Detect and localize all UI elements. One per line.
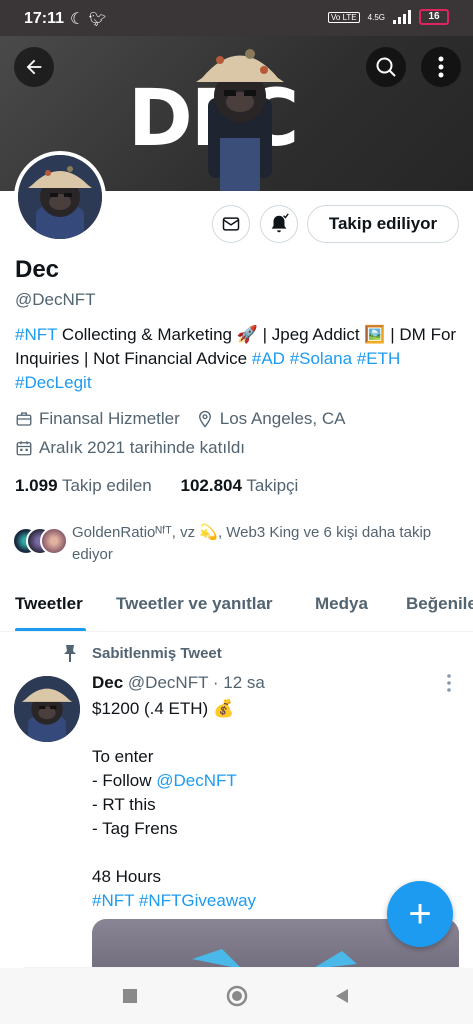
profile-bio: #NFT Collecting & Marketing 🚀 | Jpeg Add… <box>15 323 465 395</box>
follow-counts: 1.099 Takip edilen 102.804 Takipçi <box>15 476 298 496</box>
back-triangle-icon[interactable] <box>332 986 352 1006</box>
recents-square-icon[interactable] <box>120 986 140 1006</box>
mention-link[interactable]: @DecNFT <box>156 771 237 790</box>
status-time: 17:11 <box>24 10 65 27</box>
tweet-text: $1200 (.4 ETH) 💰 To enter - Follow @DecNFT… <box>92 697 452 913</box>
status-right: Vo LTE 4.5G 16 <box>328 9 449 25</box>
status-bar: 17:11 ☾ 🐦︎ Vo LTE 4.5G 16 <box>0 0 473 36</box>
profile-joined-date: Aralık 2021 tarihinde katıldı <box>39 438 246 457</box>
system-nav-bar <box>0 968 473 1024</box>
tab-tweets-and-replies[interactable]: Tweetler ve yanıtlar <box>116 594 273 614</box>
profile-avatar[interactable] <box>14 151 106 243</box>
more-vertical-icon <box>438 56 444 78</box>
profile-location: Los Angeles, CA <box>219 409 346 428</box>
notifications-button[interactable] <box>260 205 298 243</box>
ape-avatar-image <box>14 676 80 742</box>
briefcase-icon <box>16 412 32 426</box>
following-count: 1.099 <box>15 476 58 495</box>
known-followers-avatars <box>12 527 70 557</box>
tweet-author-handle[interactable]: @DecNFT <box>128 673 208 692</box>
pinned-label-text: Sabitlenmiş Tweet <box>92 644 222 662</box>
tweet-header: Dec @DecNFT · 12 sa <box>92 673 265 693</box>
tweet-line: - RT this <box>92 795 156 814</box>
compose-tweet-button[interactable]: + <box>387 881 453 947</box>
profile-joined-row: Aralık 2021 tarihinde katıldı <box>15 438 245 458</box>
avatar <box>40 527 68 555</box>
active-tab-indicator <box>15 628 86 631</box>
tweet-time[interactable]: · 12 sa <box>213 673 265 692</box>
tweet-line: - Tag Frens <box>92 819 178 838</box>
pin-icon <box>64 645 76 662</box>
tab-media[interactable]: Medya <box>315 594 368 614</box>
status-notification-icons: ☾ 🐦︎ <box>70 11 107 28</box>
following-label: Takip edilen <box>61 476 152 495</box>
ape-avatar-image <box>18 155 102 239</box>
bell-check-icon <box>271 213 289 233</box>
profile-tabs: Tweetler Tweetler ve yanıtlar Medya Beğe… <box>0 584 473 632</box>
signal-icon <box>393 10 411 24</box>
location-pin-icon <box>198 410 211 428</box>
calendar-icon <box>16 441 32 456</box>
search-button[interactable] <box>366 47 406 87</box>
tweet-line: To enter <box>92 747 154 766</box>
followers-count: 102.804 <box>180 476 242 495</box>
tweet-line: $1200 (.4 ETH) 💰 <box>92 699 235 718</box>
tweet-line: 48 Hours <box>92 867 161 886</box>
profile-handle: @DecNFT <box>15 290 96 309</box>
volte-badge: Vo LTE <box>328 11 360 23</box>
hashtag-link[interactable]: #Solana <box>290 349 352 368</box>
message-button[interactable] <box>212 205 250 243</box>
back-arrow-icon <box>26 59 42 75</box>
tweet-author-avatar[interactable] <box>14 676 80 742</box>
mail-icon <box>222 217 240 231</box>
followers-link[interactable]: 102.804 Takipçi <box>180 476 298 495</box>
hashtag-link[interactable]: #NFT <box>15 325 57 344</box>
hashtag-link[interactable]: #DecLegit <box>15 373 92 392</box>
hashtag-link[interactable]: #AD <box>252 349 285 368</box>
search-icon <box>376 57 396 77</box>
followers-you-know[interactable]: GoldenRatioᴺᶠᵀ, vz 💫, Web3 King ve 6 kiş… <box>12 522 467 566</box>
following-button[interactable]: Takip ediliyor <box>307 205 459 243</box>
tweet-author-name[interactable]: Dec <box>92 673 123 692</box>
profile-name: Dec <box>15 256 60 283</box>
tweet-more-button[interactable] <box>446 674 452 692</box>
tweet-line: - Follow <box>92 771 157 790</box>
followers-label: Takipçi <box>246 476 299 495</box>
more-vertical-icon <box>447 674 451 692</box>
home-circle-icon[interactable] <box>226 985 248 1007</box>
more-options-button[interactable] <box>421 47 461 87</box>
back-button[interactable] <box>14 47 54 87</box>
following-link[interactable]: 1.099 Takip edilen <box>15 476 152 495</box>
followed-by-text: GoldenRatioᴺᶠᵀ, vz 💫, Web3 King ve 6 kiş… <box>72 524 432 563</box>
profile-category: Finansal Hizmetler <box>39 409 180 428</box>
tab-likes[interactable]: Beğeniler <box>406 594 473 614</box>
hashtag-link[interactable]: #ETH <box>357 349 400 368</box>
banner-ape-illustration <box>196 49 284 191</box>
network-type: 4.5G <box>367 12 385 22</box>
tab-tweets[interactable]: Tweetler <box>15 594 83 614</box>
profile-meta-row: Finansal Hizmetler Los Angeles, CA <box>15 409 345 429</box>
pinned-tweet-label: Sabitlenmiş Tweet <box>62 644 222 662</box>
battery-icon: 16 <box>419 9 449 25</box>
